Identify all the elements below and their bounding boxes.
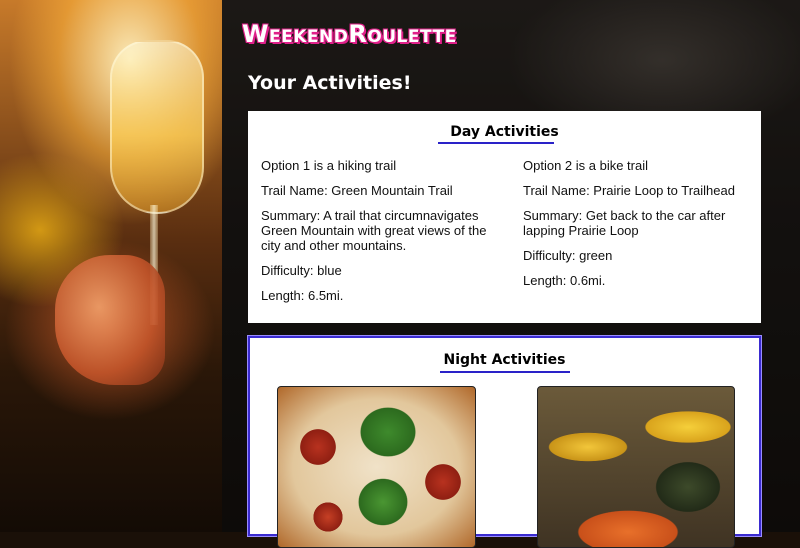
trail-name: Trail Name: Green Mountain Trail — [261, 183, 453, 198]
day-activities-card: Day Activities Option 1 is a hiking trai… — [248, 111, 761, 323]
page-title: Your Activities! — [248, 72, 412, 94]
day-option-2: Option 2 is a bike trail Trail Name: Pra… — [523, 158, 753, 298]
shrimp-dish — [55, 255, 165, 385]
site-logo[interactable]: WeekendRoulette — [242, 20, 457, 48]
day-activities-heading: Day Activities — [450, 124, 559, 140]
option-intro: Option 2 is a bike trail — [523, 158, 649, 173]
trail-summary: Summary: Get back to the car after lappi… — [523, 208, 726, 238]
grilled-vegetables-image[interactable] — [537, 386, 735, 548]
option-intro: Option 1 is a hiking trail — [261, 158, 397, 173]
trail-difficulty: Difficulty: green — [523, 248, 613, 263]
night-activities-heading: Night Activities — [443, 352, 566, 368]
trail-length: Length: 6.5mi. — [261, 288, 344, 303]
champagne-glass — [110, 40, 204, 214]
trail-difficulty: Difficulty: blue — [261, 263, 342, 278]
night-activities-card: Night Activities — [247, 335, 762, 548]
trail-name: Trail Name: Prairie Loop to Trailhead — [523, 183, 735, 198]
day-option-1: Option 1 is a hiking trail Trail Name: G… — [261, 158, 491, 313]
trail-summary: Summary: A trail that circumnavigates Gr… — [261, 208, 487, 253]
heading-underline — [438, 142, 554, 144]
trail-length: Length: 0.6mi. — [523, 273, 606, 288]
pizza-image[interactable] — [277, 386, 476, 548]
heading-underline — [440, 371, 570, 373]
